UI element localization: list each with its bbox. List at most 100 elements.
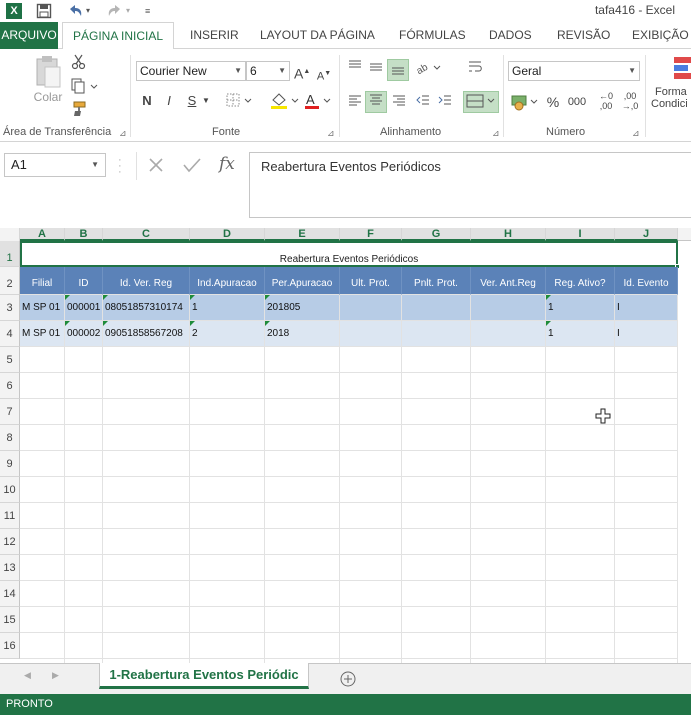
column-header-d[interactable]: D [190,228,265,241]
orientation-icon[interactable]: ab [414,59,444,77]
font-launcher-icon[interactable]: ⊿ [327,128,335,139]
font-size-combo[interactable]: 6 ▼ [246,61,290,81]
scroll-left-icon[interactable]: ◀ [24,670,31,681]
row-header-11[interactable]: 11 [0,503,20,529]
enter-icon[interactable] [182,156,202,177]
row-header-15[interactable]: 15 [0,607,20,633]
align-left-icon[interactable] [346,93,364,111]
tab-review[interactable]: REVISÃO [557,22,610,49]
table-cell[interactable] [471,321,546,347]
insert-function-button[interactable]: fx [219,154,235,174]
save-icon[interactable] [36,2,52,20]
table-cell[interactable]: 1 [546,295,615,321]
cut-icon[interactable] [70,54,88,72]
formula-content[interactable]: Reabertura Eventos Periódicos [249,152,691,218]
table-cell[interactable]: M SP 01 [20,321,65,347]
table-cell[interactable]: 1 [190,295,265,321]
column-header-a[interactable]: A [20,228,65,241]
undo-icon[interactable] [66,2,84,20]
redo-icon[interactable] [106,2,124,20]
row-header-1[interactable]: 1 [0,241,20,267]
add-sheet-icon[interactable] [340,671,356,690]
table-cell[interactable]: 09051858567208 [103,321,190,347]
table-cell[interactable] [402,295,471,321]
tab-file[interactable]: ARQUIVO [0,22,58,49]
table-cell[interactable]: 201805 [265,295,340,321]
table-cell[interactable]: 1 [546,321,615,347]
redo-dropdown-icon[interactable]: ▾ [126,2,130,20]
name-box[interactable]: A1 ▼ [4,153,106,177]
select-all-corner[interactable] [0,228,20,241]
column-header-c[interactable]: C [103,228,190,241]
header-cell-ver-ant-reg[interactable]: Ver. Ant.Reg [471,267,546,295]
tab-view[interactable]: EXIBIÇÃO [632,22,689,49]
row-header-10[interactable]: 10 [0,477,20,503]
table-cell[interactable]: 08051857310174 [103,295,190,321]
tab-insert[interactable]: INSERIR [190,22,239,49]
row-header-12[interactable]: 12 [0,529,20,555]
font-color-icon[interactable]: A [304,92,334,110]
decrease-font-icon[interactable]: A▼ [316,65,332,83]
worksheet-grid[interactable]: A B C D E F G H I J 1 2 3 4 5 6 7 8 9 10… [0,228,691,663]
header-cell-id[interactable]: ID [65,267,103,295]
column-header-b[interactable]: B [65,228,103,241]
currency-icon[interactable] [510,93,540,111]
customize-icon[interactable]: ≡ [145,2,150,20]
decrease-indent-icon[interactable] [414,93,432,111]
italic-button[interactable]: I [162,92,176,110]
conditional-format-button[interactable]: Forma Condici [650,53,691,123]
fill-color-icon[interactable] [268,92,302,110]
column-header-f[interactable]: F [340,228,402,241]
align-right-icon[interactable] [390,93,408,111]
table-cell[interactable]: M SP 01 [20,295,65,321]
scroll-right-icon[interactable]: ▶ [52,670,59,681]
column-header-i[interactable]: I [546,228,615,241]
cancel-icon[interactable] [147,156,165,177]
merge-center-icon[interactable] [463,91,499,113]
format-painter-icon[interactable] [70,101,88,119]
percent-icon[interactable]: % [546,93,560,111]
wrap-text-icon[interactable] [466,59,484,77]
copy-icon[interactable] [70,78,100,96]
increase-indent-icon[interactable] [436,93,454,111]
row-header-5[interactable]: 5 [0,347,20,373]
table-cell[interactable]: 000002 [65,321,103,347]
table-cell[interactable] [340,321,402,347]
sheet-title-cell[interactable]: Reabertura Eventos Periódicos [20,241,678,267]
underline-dropdown-icon[interactable]: ▼ [200,92,212,110]
column-header-e[interactable]: E [265,228,340,241]
decrease-decimal-icon[interactable]: ,00 →,0 [620,91,640,111]
column-header-j[interactable]: J [615,228,678,241]
underline-button[interactable]: S [185,92,199,110]
paste-button[interactable]: Colar [30,55,66,107]
header-cell-pnlt-prot[interactable]: Pnlt. Prot. [402,267,471,295]
header-cell-reg-ativo[interactable]: Reg. Ativo? [546,267,615,295]
header-cell-ult-prot[interactable]: Ult. Prot. [340,267,402,295]
row-header-3[interactable]: 3 [0,295,20,321]
row-header-6[interactable]: 6 [0,373,20,399]
table-cell[interactable]: 2 [190,321,265,347]
sheet-tab-active[interactable]: 1-Reabertura Eventos Periódic [99,663,309,689]
tab-data[interactable]: DADOS [489,22,532,49]
borders-icon[interactable] [224,92,254,110]
align-bottom-icon[interactable] [387,59,409,81]
column-header-g[interactable]: G [402,228,471,241]
chevron-down-icon[interactable]: ▼ [91,154,99,176]
empty-cells-area[interactable] [20,347,678,663]
table-cell[interactable] [471,295,546,321]
header-cell-id-evento[interactable]: Id. Evento [615,267,678,295]
row-header-14[interactable]: 14 [0,581,20,607]
table-cell[interactable]: I [615,321,678,347]
tab-page-layout[interactable]: LAYOUT DA PÁGINA [260,22,375,49]
increase-decimal-icon[interactable]: ←0,00 [596,91,616,111]
header-cell-ind-apuracao[interactable]: Ind.Apuracao [190,267,265,295]
tab-home[interactable]: PÁGINA INICIAL [62,22,174,50]
row-header-9[interactable]: 9 [0,451,20,477]
alignment-launcher-icon[interactable]: ⊿ [492,128,500,139]
thousands-separator-button[interactable]: 000 [566,93,588,111]
font-name-combo[interactable]: Courier New ▼ [136,61,246,81]
clipboard-launcher-icon[interactable]: ⊿ [119,128,127,139]
header-cell-per-apuracao[interactable]: Per.Apuracao [265,267,340,295]
header-cell-id-ver-reg[interactable]: Id. Ver. Reg [103,267,190,295]
header-cell-filial[interactable]: Filial [20,267,65,295]
